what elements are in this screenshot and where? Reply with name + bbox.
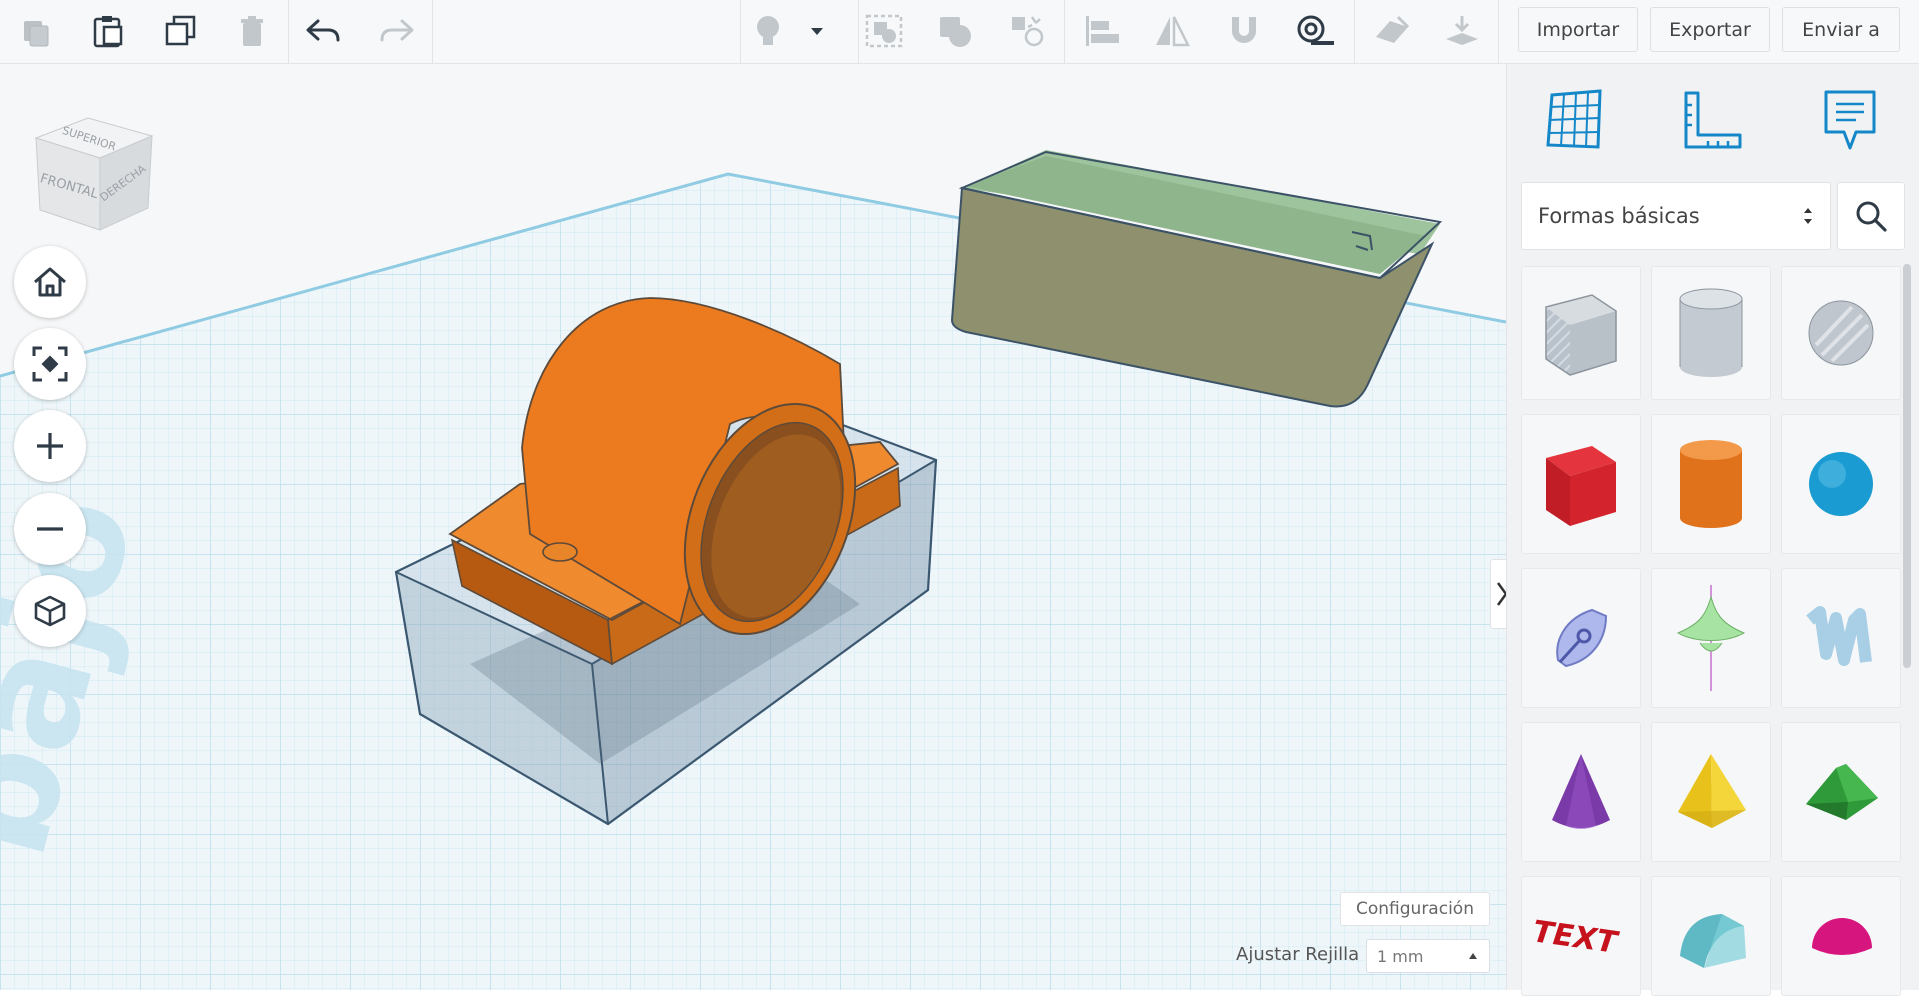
select-arrows-icon bbox=[1804, 208, 1812, 224]
ungroup-icon[interactable] bbox=[1004, 8, 1052, 54]
shape-half-sphere[interactable] bbox=[1781, 876, 1901, 996]
drop-icon[interactable] bbox=[1438, 8, 1486, 54]
settings-button[interactable]: Configuración bbox=[1340, 892, 1490, 926]
collapse-panel-button[interactable] bbox=[1490, 559, 1506, 629]
shape-search-button[interactable] bbox=[1837, 182, 1905, 250]
send-to-button[interactable]: Enviar a bbox=[1782, 7, 1900, 52]
magnet-icon[interactable] bbox=[1220, 8, 1268, 54]
redo-icon[interactable] bbox=[372, 8, 420, 54]
search-icon bbox=[1856, 201, 1887, 232]
shape-cylinder[interactable] bbox=[1651, 414, 1771, 554]
group-icon[interactable] bbox=[860, 8, 908, 54]
minus-icon bbox=[37, 527, 63, 531]
workplane-scene[interactable]: bajo bbox=[0, 64, 1506, 990]
workplane-canvas[interactable]: bajo SUPERIOR FRONTAL DERECHA Configurac… bbox=[0, 64, 1506, 990]
fit-view-button[interactable] bbox=[14, 328, 86, 400]
zoom-in-button[interactable] bbox=[14, 410, 86, 482]
export-button[interactable]: Exportar bbox=[1650, 7, 1770, 52]
ruler-icon[interactable] bbox=[1292, 8, 1340, 54]
home-icon bbox=[34, 267, 66, 297]
fit-icon bbox=[32, 346, 68, 382]
lightbulb-icon[interactable] bbox=[744, 8, 792, 54]
shapes-scrollbar[interactable] bbox=[1903, 264, 1911, 668]
import-button[interactable]: Importar bbox=[1518, 7, 1638, 52]
shape-box[interactable] bbox=[1521, 414, 1641, 554]
perspective-toggle-button[interactable] bbox=[14, 575, 86, 647]
shapes-panel: Formas básicas TEXT bbox=[1506, 64, 1919, 996]
snap-grid-value: 1 mm bbox=[1377, 946, 1424, 966]
delete-icon[interactable] bbox=[228, 8, 276, 54]
shape-sphere[interactable] bbox=[1781, 414, 1901, 554]
shape-cylinder-hole[interactable] bbox=[1651, 266, 1771, 400]
shape-sphere-hole[interactable] bbox=[1781, 266, 1901, 400]
snap-grid-select[interactable]: 1 mm bbox=[1366, 939, 1490, 973]
cube-icon bbox=[34, 595, 66, 627]
notes-icon[interactable] bbox=[1817, 88, 1883, 154]
shape-paraboloid[interactable] bbox=[1651, 568, 1771, 708]
shape-text[interactable]: TEXT bbox=[1521, 876, 1641, 996]
shape-pyramid[interactable] bbox=[1651, 722, 1771, 862]
caret-up-icon bbox=[1469, 953, 1477, 959]
shape-category-label: Formas básicas bbox=[1538, 204, 1700, 228]
mirror-icon[interactable] bbox=[1148, 8, 1196, 54]
shape-box-hole[interactable] bbox=[1521, 266, 1641, 400]
view-cube[interactable]: SUPERIOR FRONTAL DERECHA bbox=[28, 100, 158, 240]
plus-icon bbox=[37, 433, 63, 459]
shape-half-cylinder[interactable] bbox=[1651, 876, 1771, 996]
duplicate-icon[interactable] bbox=[156, 8, 204, 54]
undo-icon[interactable] bbox=[300, 8, 348, 54]
main-toolbar: Importar Exportar Enviar a bbox=[0, 0, 1919, 64]
align-icon[interactable] bbox=[1078, 8, 1126, 54]
shape-category-select[interactable]: Formas básicas bbox=[1521, 182, 1831, 250]
grid-view-icon[interactable] bbox=[1543, 88, 1609, 154]
paste-icon[interactable] bbox=[84, 8, 132, 54]
home-view-button[interactable] bbox=[14, 246, 86, 318]
shape-roof[interactable] bbox=[1781, 722, 1901, 862]
union-icon[interactable] bbox=[932, 8, 980, 54]
shape-cone[interactable] bbox=[1521, 722, 1641, 862]
chevron-right-icon bbox=[1496, 582, 1506, 606]
text-shape-label: TEXT bbox=[1531, 915, 1622, 960]
copy-icon[interactable] bbox=[12, 8, 60, 54]
snap-grid-label: Ajustar Rejilla bbox=[1236, 944, 1360, 965]
workplane-icon[interactable] bbox=[1368, 8, 1416, 54]
shape-scribble[interactable] bbox=[1521, 568, 1641, 708]
ruler-icon[interactable] bbox=[1679, 88, 1745, 154]
dropdown-arrow-icon[interactable] bbox=[800, 8, 834, 54]
zoom-out-button[interactable] bbox=[14, 493, 86, 565]
shape-text-3d[interactable] bbox=[1781, 568, 1901, 708]
